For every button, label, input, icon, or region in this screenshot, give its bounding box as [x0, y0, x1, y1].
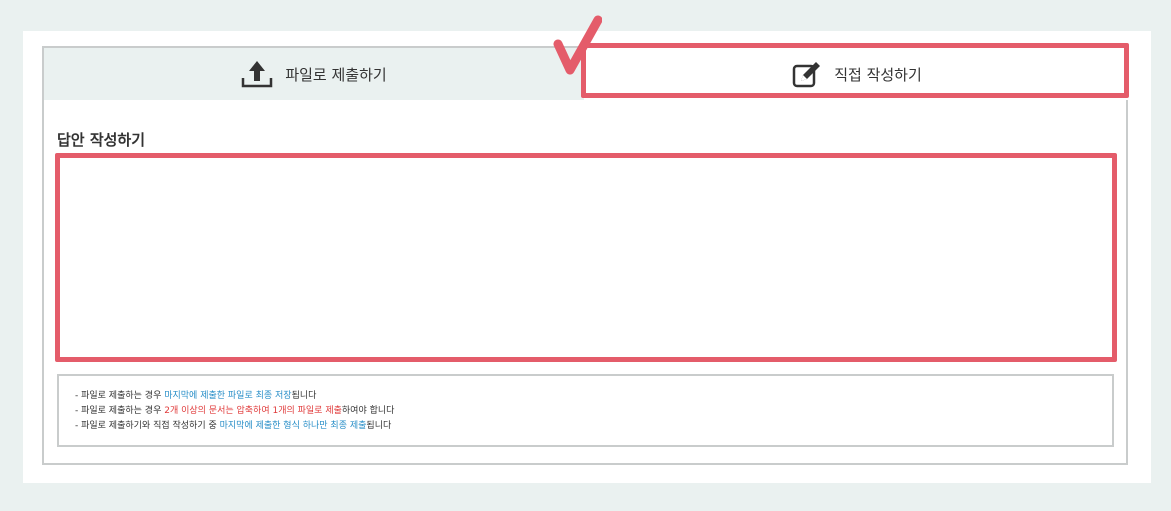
notice-box: - 파일로 제출하는 경우 마지막에 제출한 파일로 최종 저장됩니다 - 파일…	[57, 374, 1114, 447]
notice-text: - 파일로 제출하는 경우	[75, 391, 165, 401]
answer-section-title: 답안 작성하기	[57, 131, 146, 149]
notice-highlight: 마지막에 제출한 형식 하나만 최종 제출	[219, 421, 367, 431]
notice-text: - 파일로 제출하기와 직접 작성하기 중	[75, 421, 220, 431]
upload-icon	[241, 60, 273, 88]
notice-text: 됩니다	[366, 421, 392, 431]
notice-line: - 파일로 제출하는 경우 2개 이상의 문서는 압축하여 1개의 파일로 제출…	[75, 404, 1112, 419]
notice-highlight: 마지막에 제출한 파일로 최종 저장	[164, 391, 292, 401]
tab-file-submit[interactable]: 파일로 제출하기	[44, 48, 584, 100]
notice-text: - 파일로 제출하는 경우	[75, 406, 165, 416]
pencil-edit-icon	[792, 59, 822, 89]
tab-direct-write[interactable]: 직접 작성하기	[584, 48, 1130, 100]
answer-textarea[interactable]	[55, 153, 1117, 362]
tab-bar: 파일로 제출하기 직접 작성하기	[44, 48, 1130, 100]
notice-text: 됩니다	[291, 391, 317, 401]
tab-direct-label: 직접 작성하기	[834, 65, 922, 84]
notice-highlight: 2개 이상의 문서는 압축하여 1개의 파일로 제출	[164, 406, 342, 416]
tab-file-label: 파일로 제출하기	[285, 65, 387, 84]
notice-line: - 파일로 제출하는 경우 마지막에 제출한 파일로 최종 저장됩니다	[75, 389, 1112, 404]
notice-text: 하여야 합니다	[341, 406, 395, 416]
notice-line: - 파일로 제출하기와 직접 작성하기 중 마지막에 제출한 형식 하나만 최종…	[75, 419, 1112, 434]
